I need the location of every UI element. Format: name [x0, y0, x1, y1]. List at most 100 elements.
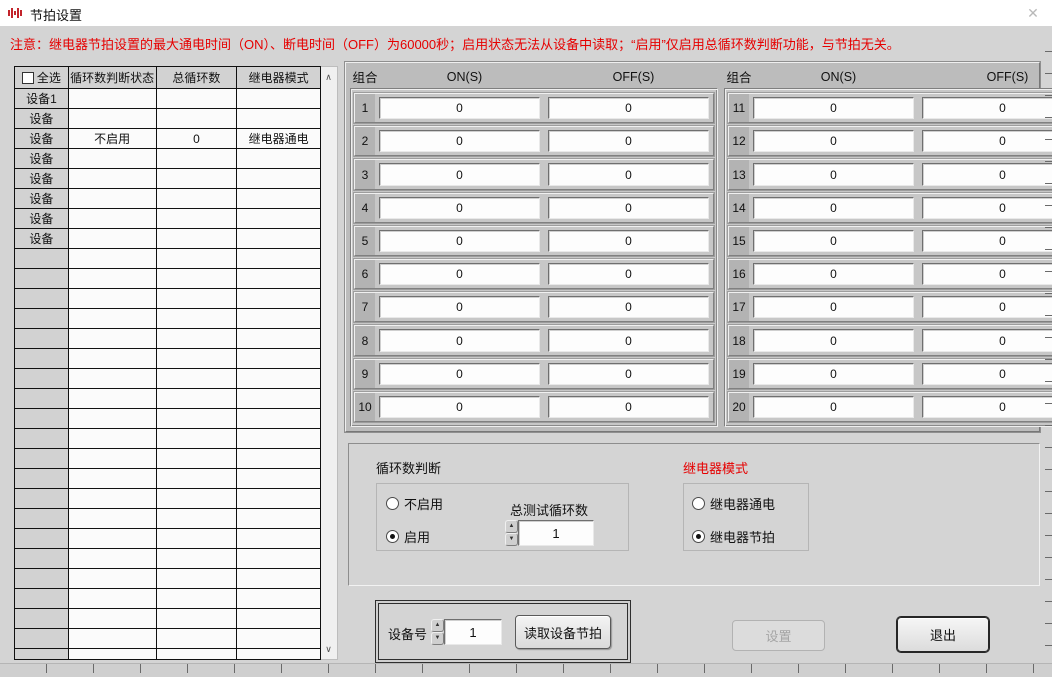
combo-on-input[interactable] [753, 130, 914, 152]
combo-off-input[interactable] [922, 163, 1052, 185]
device-row-header[interactable]: 设备 [15, 129, 69, 149]
device-row-header[interactable] [15, 329, 69, 349]
combo-on-input[interactable] [753, 363, 914, 385]
table-row[interactable]: 设备 [15, 169, 320, 189]
combo-off-input[interactable] [548, 296, 709, 318]
table-row[interactable] [15, 289, 320, 309]
device-row-header[interactable] [15, 489, 69, 509]
combo-on-input[interactable] [753, 197, 914, 219]
total-cycles-input[interactable] [518, 520, 594, 546]
device-row-header[interactable]: 设备 [15, 229, 69, 249]
combo-on-input[interactable] [379, 163, 540, 185]
combo-on-input[interactable] [379, 197, 540, 219]
table-row[interactable]: 设备 [15, 109, 320, 129]
combo-on-input[interactable] [379, 329, 540, 351]
device-row-header[interactable] [15, 609, 69, 629]
table-row[interactable]: 设备不启用0继电器通电 [15, 129, 320, 149]
device-row-header[interactable] [15, 549, 69, 569]
spinner-up-icon[interactable]: ▲ [505, 520, 518, 533]
device-row-header[interactable] [15, 349, 69, 369]
table-row[interactable] [15, 609, 320, 629]
table-row[interactable] [15, 249, 320, 269]
spinner-down-icon[interactable]: ▼ [505, 533, 518, 546]
radio-relay-power[interactable]: 继电器通电 [692, 494, 775, 513]
table-row[interactable] [15, 269, 320, 289]
device-row-header[interactable]: 设备 [15, 109, 69, 129]
device-row-header[interactable]: 设备 [15, 209, 69, 229]
device-row-header[interactable] [15, 509, 69, 529]
table-row[interactable] [15, 649, 320, 660]
combo-on-input[interactable] [379, 97, 540, 119]
device-row-header[interactable] [15, 369, 69, 389]
spinner-down-icon[interactable]: ▼ [431, 632, 444, 645]
device-row-header[interactable] [15, 649, 69, 660]
combo-on-input[interactable] [379, 230, 540, 252]
combo-off-input[interactable] [922, 197, 1052, 219]
device-row-header[interactable]: 设备 [15, 169, 69, 189]
device-number-spinner[interactable]: ▲ ▼ [431, 619, 444, 645]
table-row[interactable] [15, 409, 320, 429]
table-row[interactable]: 设备 [15, 229, 320, 249]
spinner-up-icon[interactable]: ▲ [431, 619, 444, 632]
table-row[interactable] [15, 629, 320, 649]
table-row[interactable] [15, 549, 320, 569]
device-row-header[interactable]: 设备 [15, 149, 69, 169]
exit-button[interactable]: 退出 [897, 617, 989, 652]
device-row-header[interactable] [15, 569, 69, 589]
table-row[interactable] [15, 569, 320, 589]
combo-off-input[interactable] [548, 97, 709, 119]
combo-on-input[interactable] [753, 163, 914, 185]
table-row[interactable]: 设备 [15, 209, 320, 229]
device-row-header[interactable] [15, 309, 69, 329]
radio-off-icon[interactable] [692, 497, 705, 510]
table-row[interactable] [15, 449, 320, 469]
table-row[interactable] [15, 529, 320, 549]
combo-off-input[interactable] [548, 197, 709, 219]
device-row-header[interactable] [15, 429, 69, 449]
table-row[interactable]: 设备 [15, 189, 320, 209]
read-device-beat-button[interactable]: 读取设备节拍 [515, 615, 611, 649]
combo-off-input[interactable] [548, 329, 709, 351]
total-cycles-spinner[interactable]: ▲ ▼ [505, 520, 518, 546]
combo-on-input[interactable] [379, 263, 540, 285]
select-all-checkbox[interactable] [22, 72, 34, 84]
combo-off-input[interactable] [548, 396, 709, 418]
device-row-header[interactable] [15, 409, 69, 429]
scroll-down-icon[interactable]: ∨ [321, 641, 336, 657]
device-row-header[interactable] [15, 469, 69, 489]
radio-relay-beat[interactable]: 继电器节拍 [692, 527, 775, 546]
table-row[interactable] [15, 469, 320, 489]
combo-off-input[interactable] [548, 363, 709, 385]
radio-cycle-enable[interactable]: 启用 [386, 527, 430, 546]
radio-off-icon[interactable] [386, 497, 399, 510]
combo-off-input[interactable] [922, 363, 1052, 385]
combo-on-input[interactable] [753, 396, 914, 418]
combo-on-input[interactable] [379, 296, 540, 318]
radio-cycle-disable[interactable]: 不启用 [386, 494, 443, 513]
device-row-header[interactable] [15, 289, 69, 309]
combo-off-input[interactable] [922, 296, 1052, 318]
combo-off-input[interactable] [922, 329, 1052, 351]
table-row[interactable] [15, 349, 320, 369]
device-row-header[interactable] [15, 269, 69, 289]
table-row[interactable] [15, 589, 320, 609]
radio-on-icon[interactable] [386, 530, 399, 543]
table-row[interactable] [15, 509, 320, 529]
table-row[interactable] [15, 369, 320, 389]
table-row[interactable]: 设备1 [15, 89, 320, 109]
combo-on-input[interactable] [379, 396, 540, 418]
combo-on-input[interactable] [753, 263, 914, 285]
device-row-header[interactable]: 设备 [15, 189, 69, 209]
table-row[interactable] [15, 389, 320, 409]
table-row[interactable] [15, 329, 320, 349]
device-number-input[interactable] [444, 619, 502, 645]
scroll-up-icon[interactable]: ∧ [321, 69, 336, 85]
close-icon[interactable]: ✕ [1022, 3, 1044, 23]
combo-off-input[interactable] [922, 396, 1052, 418]
combo-off-input[interactable] [922, 230, 1052, 252]
combo-on-input[interactable] [379, 130, 540, 152]
combo-off-input[interactable] [548, 230, 709, 252]
device-row-header[interactable] [15, 629, 69, 649]
combo-off-input[interactable] [548, 130, 709, 152]
device-row-header[interactable] [15, 249, 69, 269]
